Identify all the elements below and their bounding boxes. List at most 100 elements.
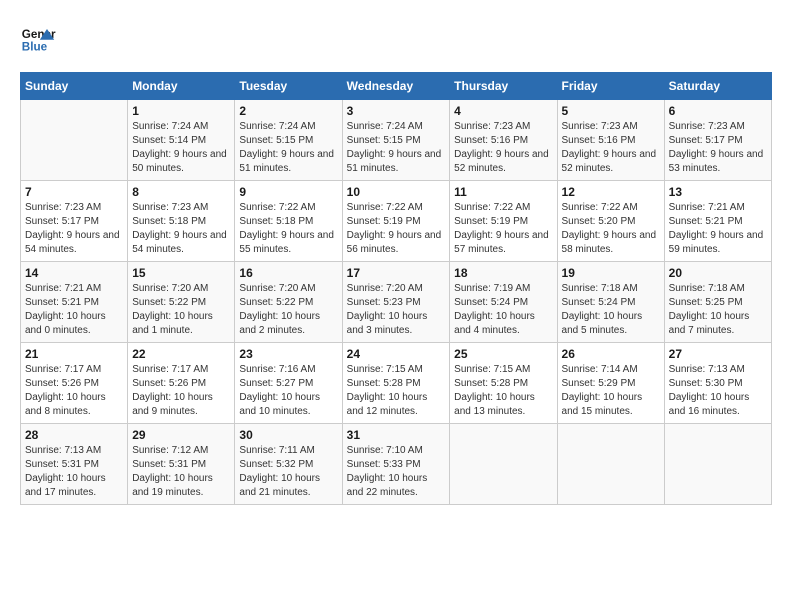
day-number: 6 (669, 104, 767, 118)
page-header: General Blue (20, 20, 772, 56)
day-cell: 2Sunrise: 7:24 AMSunset: 5:15 PMDaylight… (235, 100, 342, 181)
day-number: 23 (239, 347, 337, 361)
day-info: Sunrise: 7:23 AMSunset: 5:16 PMDaylight:… (454, 120, 552, 176)
day-number: 13 (669, 185, 767, 199)
day-info: Sunrise: 7:20 AMSunset: 5:23 PMDaylight:… (347, 282, 446, 338)
day-info: Sunrise: 7:10 AMSunset: 5:33 PMDaylight:… (347, 444, 446, 500)
day-number: 25 (454, 347, 552, 361)
day-number: 28 (25, 428, 123, 442)
day-info: Sunrise: 7:21 AMSunset: 5:21 PMDaylight:… (669, 201, 767, 257)
day-number: 18 (454, 266, 552, 280)
day-cell: 28 Sunrise: 7:13 AMSunset: 5:31 PMDayligh… (21, 424, 128, 505)
logo: General Blue (20, 20, 56, 56)
day-number: 21 (25, 347, 123, 361)
week-row-5: 28 Sunrise: 7:13 AMSunset: 5:31 PMDayligh… (21, 424, 772, 505)
day-cell: 18 Sunrise: 7:19 AMSunset: 5:24 PMDayligh… (450, 262, 557, 343)
header-wednesday: Wednesday (342, 73, 450, 100)
header-thursday: Thursday (450, 73, 557, 100)
day-cell: 1 Sunrise: 7:24 AMSunset: 5:14 PMDaylight… (128, 100, 235, 181)
day-info: Sunrise: 7:15 AMSunset: 5:28 PMDaylight:… (454, 363, 552, 419)
logo-icon: General Blue (20, 20, 56, 56)
day-info: Sunrise: 7:18 AMSunset: 5:24 PMDaylight:… (562, 282, 660, 338)
day-number: 22 (132, 347, 230, 361)
calendar-table: SundayMondayTuesdayWednesdayThursdayFrid… (20, 72, 772, 505)
week-row-1: 1 Sunrise: 7:24 AMSunset: 5:14 PMDaylight… (21, 100, 772, 181)
day-info: Sunrise: 7:16 AMSunset: 5:27 PMDaylight:… (239, 363, 337, 419)
day-number: 8 (132, 185, 230, 199)
day-cell: 30 Sunrise: 7:11 AMSunset: 5:32 PMDayligh… (235, 424, 342, 505)
day-info: Sunrise: 7:22 AMSunset: 5:20 PMDaylight:… (562, 201, 660, 257)
day-cell (664, 424, 771, 505)
day-info: Sunrise: 7:24 AMSunset: 5:15 PMDaylight:… (239, 120, 337, 176)
day-info: Sunrise: 7:22 AMSunset: 5:18 PMDaylight:… (239, 201, 337, 257)
day-info: Sunrise: 7:20 AMSunset: 5:22 PMDaylight:… (132, 282, 230, 338)
day-info: Sunrise: 7:24 AMSunset: 5:14 PMDaylight:… (132, 120, 230, 176)
day-cell: 27 Sunrise: 7:13 AMSunset: 5:30 PMDayligh… (664, 343, 771, 424)
day-cell: 25 Sunrise: 7:15 AMSunset: 5:28 PMDayligh… (450, 343, 557, 424)
day-number: 10 (347, 185, 446, 199)
day-cell: 10 Sunrise: 7:22 AMSunset: 5:19 PMDayligh… (342, 181, 450, 262)
day-cell: 16 Sunrise: 7:20 AMSunset: 5:22 PMDayligh… (235, 262, 342, 343)
day-number: 14 (25, 266, 123, 280)
day-info: Sunrise: 7:19 AMSunset: 5:24 PMDaylight:… (454, 282, 552, 338)
day-info: Sunrise: 7:13 AMSunset: 5:30 PMDaylight:… (669, 363, 767, 419)
day-cell: 15 Sunrise: 7:20 AMSunset: 5:22 PMDayligh… (128, 262, 235, 343)
day-number: 27 (669, 347, 767, 361)
day-info: Sunrise: 7:23 AMSunset: 5:16 PMDaylight:… (562, 120, 660, 176)
day-number: 3 (347, 104, 446, 118)
day-cell: 5 Sunrise: 7:23 AMSunset: 5:16 PMDaylight… (557, 100, 664, 181)
day-info: Sunrise: 7:22 AMSunset: 5:19 PMDaylight:… (454, 201, 552, 257)
header-friday: Friday (557, 73, 664, 100)
day-number: 11 (454, 185, 552, 199)
day-info: Sunrise: 7:13 AMSunset: 5:31 PMDaylight:… (25, 444, 123, 500)
day-info: Sunrise: 7:23 AMSunset: 5:17 PMDaylight:… (25, 201, 123, 257)
week-row-2: 7Sunrise: 7:23 AMSunset: 5:17 PMDaylight… (21, 181, 772, 262)
day-number: 9 (239, 185, 337, 199)
day-cell (557, 424, 664, 505)
day-cell: 29 Sunrise: 7:12 AMSunset: 5:31 PMDayligh… (128, 424, 235, 505)
header-tuesday: Tuesday (235, 73, 342, 100)
day-number: 15 (132, 266, 230, 280)
day-info: Sunrise: 7:11 AMSunset: 5:32 PMDaylight:… (239, 444, 337, 500)
day-cell: 11 Sunrise: 7:22 AMSunset: 5:19 PMDayligh… (450, 181, 557, 262)
day-info: Sunrise: 7:22 AMSunset: 5:19 PMDaylight:… (347, 201, 446, 257)
week-row-3: 14 Sunrise: 7:21 AMSunset: 5:21 PMDayligh… (21, 262, 772, 343)
calendar-header-row: SundayMondayTuesdayWednesdayThursdayFrid… (21, 73, 772, 100)
day-info: Sunrise: 7:17 AMSunset: 5:26 PMDaylight:… (25, 363, 123, 419)
day-cell: 8Sunrise: 7:23 AMSunset: 5:18 PMDaylight… (128, 181, 235, 262)
header-monday: Monday (128, 73, 235, 100)
day-cell (21, 100, 128, 181)
day-cell: 17Sunrise: 7:20 AMSunset: 5:23 PMDayligh… (342, 262, 450, 343)
day-cell: 19 Sunrise: 7:18 AMSunset: 5:24 PMDayligh… (557, 262, 664, 343)
header-saturday: Saturday (664, 73, 771, 100)
day-number: 19 (562, 266, 660, 280)
svg-text:Blue: Blue (22, 41, 48, 54)
day-number: 5 (562, 104, 660, 118)
day-cell: 13 Sunrise: 7:21 AMSunset: 5:21 PMDayligh… (664, 181, 771, 262)
day-number: 12 (562, 185, 660, 199)
day-cell: 24Sunrise: 7:15 AMSunset: 5:28 PMDayligh… (342, 343, 450, 424)
day-cell (450, 424, 557, 505)
day-info: Sunrise: 7:20 AMSunset: 5:22 PMDaylight:… (239, 282, 337, 338)
day-number: 30 (239, 428, 337, 442)
day-cell: 12 Sunrise: 7:22 AMSunset: 5:20 PMDayligh… (557, 181, 664, 262)
day-cell: 6Sunrise: 7:23 AMSunset: 5:17 PMDaylight… (664, 100, 771, 181)
day-info: Sunrise: 7:17 AMSunset: 5:26 PMDaylight:… (132, 363, 230, 419)
day-cell: 7Sunrise: 7:23 AMSunset: 5:17 PMDaylight… (21, 181, 128, 262)
day-cell: 4 Sunrise: 7:23 AMSunset: 5:16 PMDaylight… (450, 100, 557, 181)
day-number: 1 (132, 104, 230, 118)
day-number: 4 (454, 104, 552, 118)
day-number: 29 (132, 428, 230, 442)
day-info: Sunrise: 7:12 AMSunset: 5:31 PMDaylight:… (132, 444, 230, 500)
day-cell: 9 Sunrise: 7:22 AMSunset: 5:18 PMDaylight… (235, 181, 342, 262)
day-info: Sunrise: 7:14 AMSunset: 5:29 PMDaylight:… (562, 363, 660, 419)
day-cell: 26Sunrise: 7:14 AMSunset: 5:29 PMDayligh… (557, 343, 664, 424)
day-cell: 31Sunrise: 7:10 AMSunset: 5:33 PMDayligh… (342, 424, 450, 505)
week-row-4: 21 Sunrise: 7:17 AMSunset: 5:26 PMDayligh… (21, 343, 772, 424)
day-number: 16 (239, 266, 337, 280)
day-info: Sunrise: 7:24 AMSunset: 5:15 PMDaylight:… (347, 120, 446, 176)
day-info: Sunrise: 7:21 AMSunset: 5:21 PMDaylight:… (25, 282, 123, 338)
day-cell: 21 Sunrise: 7:17 AMSunset: 5:26 PMDayligh… (21, 343, 128, 424)
day-cell: 23 Sunrise: 7:16 AMSunset: 5:27 PMDayligh… (235, 343, 342, 424)
day-number: 20 (669, 266, 767, 280)
